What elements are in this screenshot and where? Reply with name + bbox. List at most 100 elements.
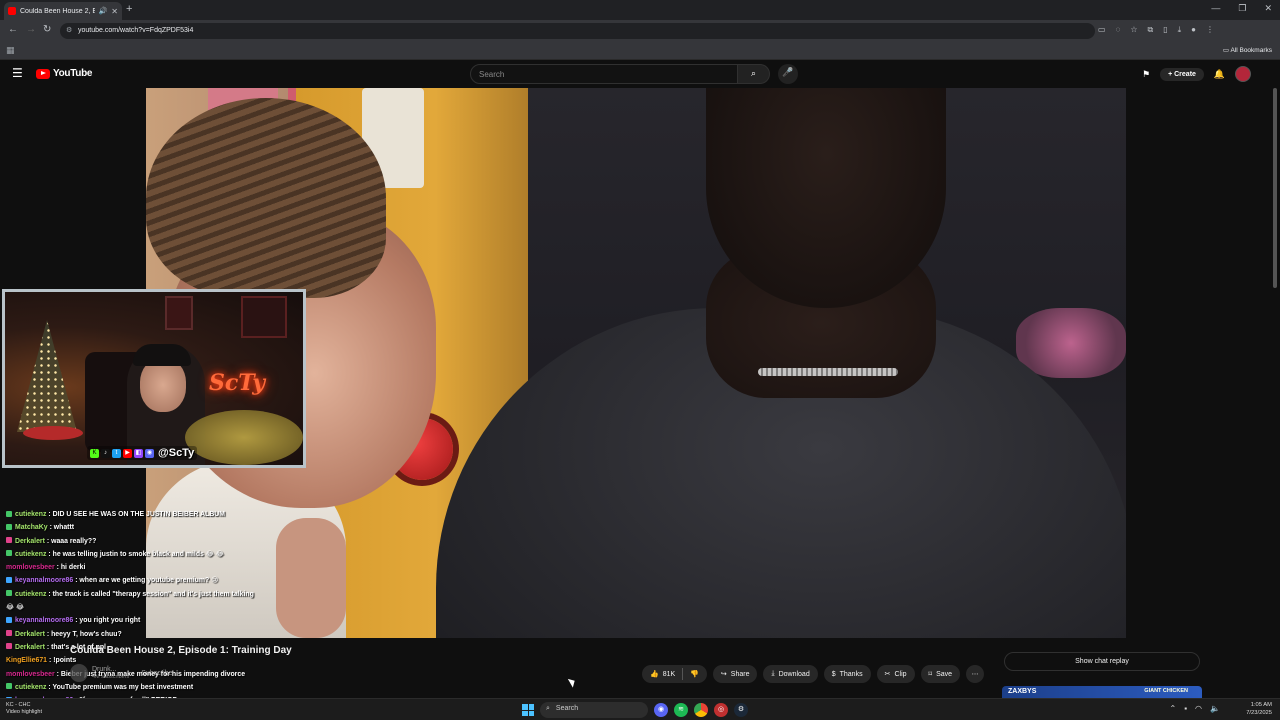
all-bookmarks-button[interactable]: ▭ All Bookmarks [1223, 46, 1272, 54]
chat-message: MatchaKy: whattt [6, 521, 296, 534]
install-icon[interactable]: ▭ [1098, 25, 1106, 35]
page-scrollbar[interactable] [1272, 88, 1278, 698]
clip-button[interactable]: ✂ Clip [876, 665, 915, 683]
clock-date: 7/23/2025 [1246, 710, 1272, 716]
steam-app-icon[interactable]: ⚙ [734, 703, 748, 717]
bookmark-star-icon[interactable]: ☆ [1130, 25, 1137, 35]
tray-app-icon[interactable]: ▪ [1184, 704, 1187, 713]
share-button[interactable]: ↪ Share [712, 665, 758, 683]
sidepanel-icon[interactable]: ▯ [1163, 25, 1167, 35]
chat-badge-icon [6, 510, 12, 517]
spotify-app-icon[interactable]: ≋ [674, 703, 688, 717]
chat-text: : waaa really?? [46, 537, 97, 545]
download-label: Download [778, 670, 810, 678]
close-tab-icon[interactable]: ✕ [111, 7, 118, 16]
wifi-icon[interactable]: ◠ [1195, 704, 1202, 713]
video-frame-braids [146, 98, 386, 298]
video-actions: 👍 81K 👎 ↪ Share ⤓ Download $ Thanks ✂ Clip ⌑… [642, 665, 985, 683]
chat-message: keyannalmoore86: when are we getting you… [6, 574, 296, 587]
channel-avatar[interactable] [70, 664, 88, 682]
search-icon: ⌕ [750, 68, 757, 78]
tray-chevron-icon[interactable]: ⌃ [1170, 704, 1177, 713]
apps-grid-icon[interactable]: ▦ [6, 45, 15, 56]
chat-text: 😂 😂 [6, 604, 25, 612]
chat-message: cutiekenz: the track is called "therapy … [6, 588, 296, 601]
chat-text: : hi derki [56, 564, 86, 572]
voice-search-button[interactable]: 🎤 [778, 64, 798, 84]
download-icon: ⤓ [771, 670, 775, 677]
address-bar-row: ← → ↻ ⚙ youtube.com/watch?v=FdqZPDF53i4 … [0, 20, 1280, 42]
taskbar-apps: ⌕ Search ◉ ≋ ◎ ⚙ [522, 702, 748, 718]
save-button[interactable]: ⌑ Save [920, 665, 961, 683]
user-avatar[interactable] [1235, 66, 1252, 82]
app-icon[interactable]: ◎ [714, 703, 728, 717]
search-button[interactable]: ⌕ [738, 64, 770, 84]
new-tab-icon[interactable]: + [126, 3, 132, 15]
taskbar-search-label: Search [555, 705, 579, 712]
hamburger-menu-icon[interactable]: ☰ [12, 66, 23, 80]
download-button[interactable]: ⤓ Download [763, 665, 818, 683]
channel-name[interactable]: Drunk... [92, 666, 117, 673]
chat-username: momlovesbeer [6, 670, 55, 678]
create-button[interactable]: + Create [1160, 67, 1204, 81]
reload-icon[interactable]: ↻ [43, 24, 51, 35]
windows-start-icon[interactable] [522, 704, 534, 716]
share-icon: ↪ [720, 671, 727, 678]
chat-message: keyannalmoore86: you right you right [6, 614, 296, 627]
browser-menu-icon[interactable]: ⋮ [1206, 25, 1214, 35]
chat-username: cutiekenz [15, 683, 47, 691]
url-input[interactable]: ⚙ youtube.com/watch?v=FdqZPDF53i4 [60, 23, 1095, 39]
minimize-icon[interactable]: — [1211, 3, 1220, 14]
search-input[interactable]: Search [470, 64, 738, 84]
chat-username: Derkalert [15, 537, 45, 545]
youtube-favicon-icon [8, 7, 16, 15]
notifications-bell-icon[interactable]: 🔔 [1214, 69, 1225, 80]
chat-badge-icon [6, 683, 12, 690]
extensions-icon[interactable]: ⧉ [1148, 25, 1154, 35]
video-frame-chain [758, 368, 898, 376]
chat-username: keyannalmoore86 [15, 617, 74, 625]
subscribe-button[interactable]: Subscribe [141, 670, 172, 677]
downloads-icon[interactable]: ⤓ [1178, 25, 1182, 35]
search-icon: ⌕ [546, 705, 550, 712]
scrollbar-thumb[interactable] [1273, 88, 1277, 288]
widget-line1: KC - CHC [6, 702, 31, 708]
maximize-icon[interactable]: ❐ [1238, 3, 1246, 14]
profile-icon[interactable]: ● [1191, 25, 1196, 35]
chat-badge-icon [6, 537, 12, 544]
chat-username: Derkalert [15, 643, 45, 651]
volume-icon[interactable]: 🔈 [1210, 704, 1220, 713]
taskbar-search[interactable]: ⌕ Search [540, 702, 648, 718]
bookmark-icon: ⌑ [928, 671, 933, 678]
taskbar-clock[interactable]: 1:05 AM 7/23/2025 [1246, 701, 1272, 717]
streamer-handle: @ScTy [158, 447, 195, 459]
cast-icon[interactable]: ⚑ [1142, 69, 1150, 80]
like-count[interactable]: 81K [663, 671, 675, 678]
mic-icon: 🎤 [782, 67, 794, 77]
like-divider [682, 668, 684, 680]
browser-tab[interactable]: Coulda Been House 2, Episo 🔊 ✕ [4, 2, 122, 20]
taskbar-widget[interactable]: KC - CHC Video highlight [6, 702, 42, 716]
more-icon: ⋯ [971, 671, 979, 678]
site-info-icon[interactable]: ⚙ [66, 26, 72, 34]
chat-text: : the track is called "therapy session" … [48, 590, 254, 598]
thumbs-up-icon[interactable]: 👍 [650, 670, 659, 678]
chat-text: : whattt [49, 524, 75, 532]
thanks-button[interactable]: $ Thanks [823, 665, 871, 683]
neon-sign: ScTy [209, 370, 266, 396]
close-window-icon[interactable]: ✕ [1264, 3, 1272, 14]
eye-off-icon[interactable]: ◌ [1116, 25, 1121, 35]
twitch-icon: ◧ [134, 448, 143, 458]
chat-text: : DID U SEE HE WAS ON THE JUSTIN BEIBER … [48, 511, 226, 518]
more-actions-button[interactable]: ⋯ [966, 665, 985, 683]
chrome-app-icon[interactable] [694, 703, 708, 717]
forward-icon[interactable]: → [26, 24, 36, 35]
audio-icon[interactable]: 🔊 [99, 7, 108, 15]
back-icon[interactable]: ← [8, 24, 18, 35]
chat-text: : YouTube premium was my best investment [48, 683, 194, 691]
show-chat-replay-button[interactable]: Show chat replay [1004, 652, 1200, 671]
discord-app-icon[interactable]: ◉ [654, 703, 668, 717]
thanks-icon: $ [831, 670, 836, 678]
thumbs-down-icon[interactable]: 👎 [690, 670, 699, 678]
youtube-logo[interactable]: YouTube [36, 68, 93, 79]
